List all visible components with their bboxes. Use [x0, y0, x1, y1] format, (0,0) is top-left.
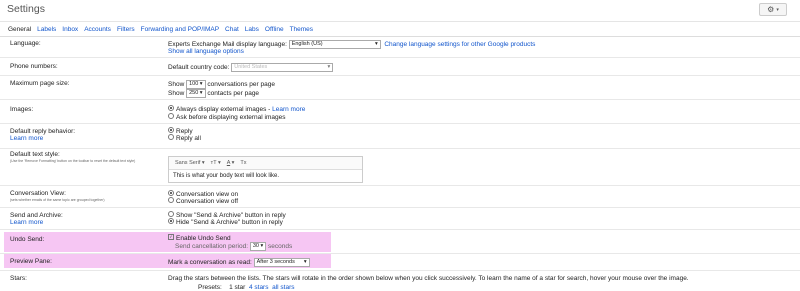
preview-prefix: Mark a conversation as read: [168, 259, 252, 267]
setting-phone: Phone numbers: Default country code: Uni… [0, 58, 800, 76]
period-label: Send cancellation period: [175, 243, 248, 251]
option-label: Conversation view on [176, 191, 239, 198]
setting-text-style: Default text style: (Use the 'Remove For… [0, 149, 800, 186]
preset-all-stars[interactable]: all stars [272, 284, 294, 291]
setting-label: Send and Archive: [10, 212, 63, 219]
setting-label: Default reply behavior: [10, 128, 76, 135]
show-all-languages-link[interactable]: Show all language options [168, 48, 244, 55]
presets-label: Presets: [198, 284, 222, 291]
setting-label: Stars: [10, 275, 27, 282]
learn-more-link[interactable]: Learn more [272, 106, 305, 113]
setting-undo-send: Undo Send: ✓ Enable Undo Send Send cancel… [0, 232, 800, 254]
settings-tabs: General Labels Inbox Accounts Filters Fo… [8, 26, 313, 33]
divider [0, 21, 800, 22]
radio-ask-before[interactable] [168, 113, 174, 120]
country-code-select[interactable]: United States ▾ [231, 63, 334, 72]
radio-always-display[interactable] [168, 105, 174, 112]
tab-labels[interactable]: Labels [37, 26, 56, 33]
learn-more-link[interactable]: Learn more [10, 219, 43, 226]
tab-general[interactable]: General [8, 26, 31, 33]
show-label: Show [168, 90, 185, 98]
radio-hide-send-archive[interactable] [168, 218, 174, 225]
tab-chat[interactable]: Chat [225, 26, 239, 33]
setting-label: Language: [10, 40, 41, 47]
option-label: Show "Send & Archive" button in reply [176, 212, 286, 219]
tab-filters[interactable]: Filters [117, 26, 135, 33]
chevron-down-icon: ▾ [776, 6, 779, 13]
editor-toolbar: Sans Serif ▾ тT ▾ A ▾ Tx [169, 157, 362, 170]
tab-inbox[interactable]: Inbox [62, 26, 78, 33]
language-select[interactable]: English (US) ▾ [288, 40, 381, 49]
tab-forwarding[interactable]: Forwarding and POP/IMAP [141, 26, 219, 33]
setting-hint: (Use the 'Remove Formatting' button on t… [10, 159, 136, 163]
contacts-suffix: contacts per page [207, 90, 260, 98]
setting-images: Images: Always display external images -… [0, 100, 800, 124]
option-label: Ask before displaying external images [176, 114, 286, 121]
text-style-editor: Sans Serif ▾ тT ▾ A ▾ Tx This is what yo… [168, 156, 363, 183]
enable-undo-send-checkbox[interactable]: ✓ [168, 234, 174, 241]
radio-show-send-archive[interactable] [168, 211, 174, 218]
preset-4-stars[interactable]: 4 stars [249, 284, 269, 291]
tab-themes[interactable]: Themes [290, 26, 313, 33]
option-label: Hide "Send & Archive" button in reply [176, 219, 283, 226]
setting-label: Undo Send: [10, 236, 45, 243]
show-label: Show [168, 81, 185, 89]
option-label: Conversation view off [176, 198, 239, 205]
tab-accounts[interactable]: Accounts [84, 26, 111, 33]
radio-reply-all[interactable] [168, 134, 174, 141]
settings-gear-button[interactable]: ⚙ ▾ [759, 3, 787, 16]
setting-label: Preview Pane: [10, 258, 52, 265]
conversations-suffix: conversations per page [207, 81, 275, 89]
setting-page-size: Maximum page size: Show 100 ▾ conversati… [0, 76, 800, 100]
setting-hint: (sets whether emails of the same topic a… [10, 198, 105, 202]
phone-prefix: Default country code: [168, 64, 230, 72]
setting-stars: Stars: Drag the stars between the lists.… [0, 271, 800, 291]
option-label: Enable Undo Send [176, 235, 231, 242]
setting-label: Phone numbers: [10, 63, 58, 70]
font-family-select[interactable]: Sans Serif ▾ [175, 160, 205, 166]
contacts-per-page-select[interactable]: 250 ▾ [186, 89, 206, 98]
setting-send-archive: Send and Archive: Learn more Show "Send … [0, 208, 800, 230]
radio-conversation-off[interactable] [168, 197, 174, 204]
cancellation-period-select[interactable]: 30 ▾ [249, 242, 267, 251]
setting-conversation-view: Conversation View: (sets whether emails … [0, 186, 800, 208]
setting-preview-pane: Preview Pane: Mark a conversation as rea… [0, 254, 800, 271]
sample-text: This is what your body text will look li… [173, 173, 280, 179]
setting-label: Maximum page size: [10, 80, 70, 87]
gear-icon: ⚙ [767, 5, 775, 14]
setting-label: Default text style: [10, 151, 60, 158]
page-title: Settings [7, 3, 45, 15]
setting-label: Conversation View: [10, 190, 66, 197]
tab-labs[interactable]: Labs [245, 26, 259, 33]
remove-formatting-icon[interactable]: Tx [240, 160, 246, 166]
learn-more-link[interactable]: Learn more [10, 135, 43, 142]
text-color-select[interactable]: A ▾ [227, 160, 235, 166]
setting-label: Images: [10, 106, 34, 113]
setting-language: Language: Experts Exchange Mail display … [0, 37, 800, 58]
radio-conversation-on[interactable] [168, 190, 174, 197]
setting-reply: Default reply behavior: Learn more Reply… [0, 124, 800, 149]
option-label: Reply [176, 128, 193, 135]
stars-description: Drag the stars between the lists. The st… [168, 275, 689, 282]
radio-reply[interactable] [168, 127, 174, 134]
tab-offline[interactable]: Offline [265, 26, 284, 33]
change-language-link[interactable]: Change language settings for other Googl… [384, 41, 535, 48]
font-size-select[interactable]: тT ▾ [211, 160, 221, 166]
preset-1-star[interactable]: 1 star [229, 284, 245, 291]
conversations-per-page-select[interactable]: 100 ▾ [186, 80, 206, 89]
seconds-label: seconds [268, 243, 293, 251]
option-label: Always display external images - [176, 106, 271, 113]
mark-as-read-select[interactable]: After 3 seconds ▾ [253, 258, 310, 267]
option-label: Reply all [176, 135, 201, 142]
